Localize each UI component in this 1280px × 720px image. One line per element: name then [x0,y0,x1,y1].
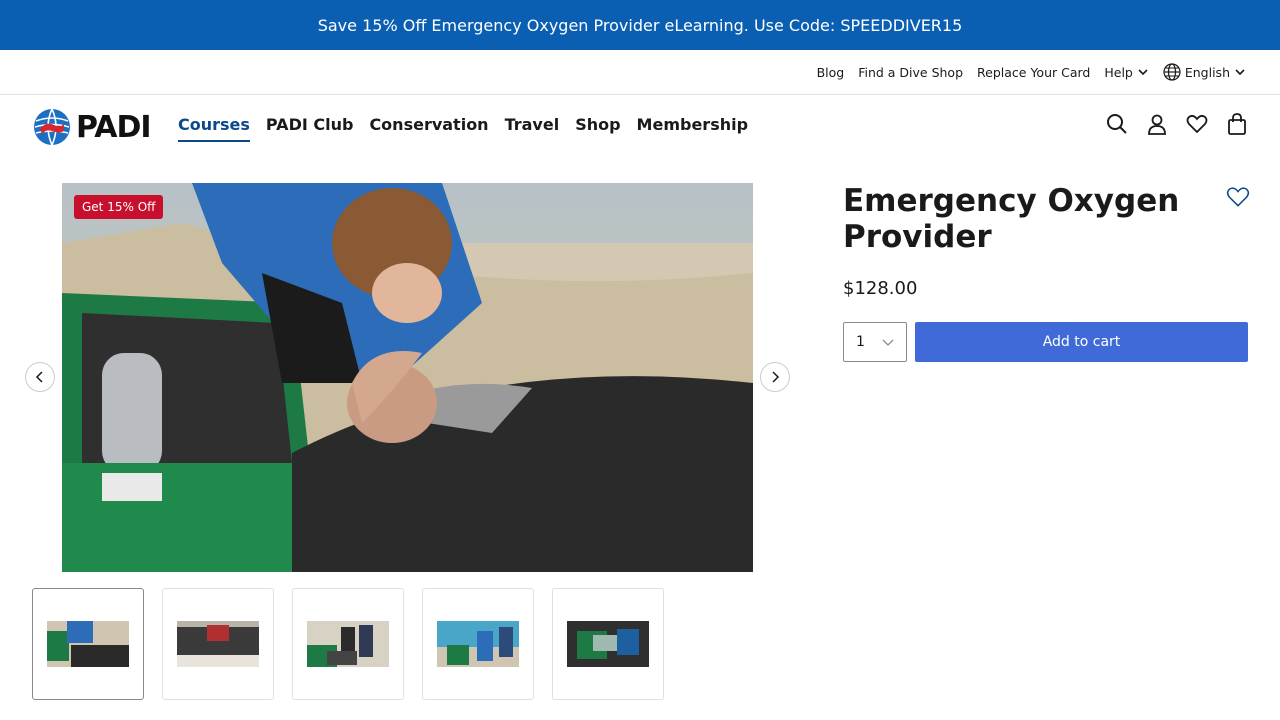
main-navigation: PADI Courses PADI Club Conservation Trav… [0,95,1280,157]
chevron-left-icon [35,371,43,383]
rescue-scene-image [62,183,753,572]
utility-bar: Blog Find a Dive Shop Replace Your Card … [0,50,1280,95]
promo-banner[interactable]: Save 15% Off Emergency Oxygen Provider e… [0,0,1280,50]
chevron-down-icon [882,339,894,346]
logo-wordmark: PADI [76,109,152,145]
language-selector[interactable]: English [1163,63,1246,81]
product-price: $128.00 [843,278,918,299]
chevron-right-icon [772,371,780,383]
nav-courses[interactable]: Courses [178,115,250,142]
find-dive-shop-link[interactable]: Find a Dive Shop [858,65,963,80]
nav-travel[interactable]: Travel [505,115,560,142]
heart-icon[interactable] [1186,113,1208,135]
thumbnail-4[interactable] [422,588,534,700]
help-label: Help [1104,64,1133,80]
product-title: Emergency Oxygen Provider [843,183,1180,255]
replace-card-link[interactable]: Replace Your Card [977,65,1090,80]
thumbnail-image [567,621,649,667]
thumbnail-1[interactable] [32,588,144,700]
chevron-down-icon [1235,69,1245,76]
thumbnail-3[interactable] [292,588,404,700]
thumbnail-5[interactable] [552,588,664,700]
quantity-value: 1 [856,334,865,350]
promo-text[interactable]: Save 15% Off Emergency Oxygen Provider e… [318,16,963,35]
thumbnail-strip [32,588,664,700]
wishlist-heart-icon[interactable] [1226,185,1250,209]
nav-conservation[interactable]: Conservation [369,115,488,142]
globe-logo-icon [34,108,70,146]
thumbnail-image [437,621,519,667]
blog-link[interactable]: Blog [817,65,845,80]
bag-icon[interactable] [1226,113,1248,135]
thumbnail-image [177,621,259,667]
discount-badge: Get 15% Off [74,195,164,219]
quantity-select[interactable]: 1 [843,322,907,362]
chevron-down-icon [1138,69,1148,76]
padi-logo[interactable]: PADI [32,107,152,147]
nav-membership[interactable]: Membership [637,115,749,142]
thumbnail-image [47,621,129,667]
thumbnail-image [307,621,389,667]
language-label: English [1184,64,1230,80]
nav-padi-club[interactable]: PADI Club [266,115,354,142]
thumbnail-2[interactable] [162,588,274,700]
product-main-image[interactable] [62,183,753,572]
account-icon[interactable] [1146,113,1168,135]
nav-shop[interactable]: Shop [575,115,620,142]
gallery-next-button[interactable] [760,362,790,392]
globe-icon [1163,63,1181,81]
help-menu[interactable]: Help [1104,65,1149,80]
add-to-cart-button[interactable]: Add to cart [915,322,1248,362]
search-icon[interactable] [1106,113,1128,135]
gallery-prev-button[interactable] [25,362,55,392]
